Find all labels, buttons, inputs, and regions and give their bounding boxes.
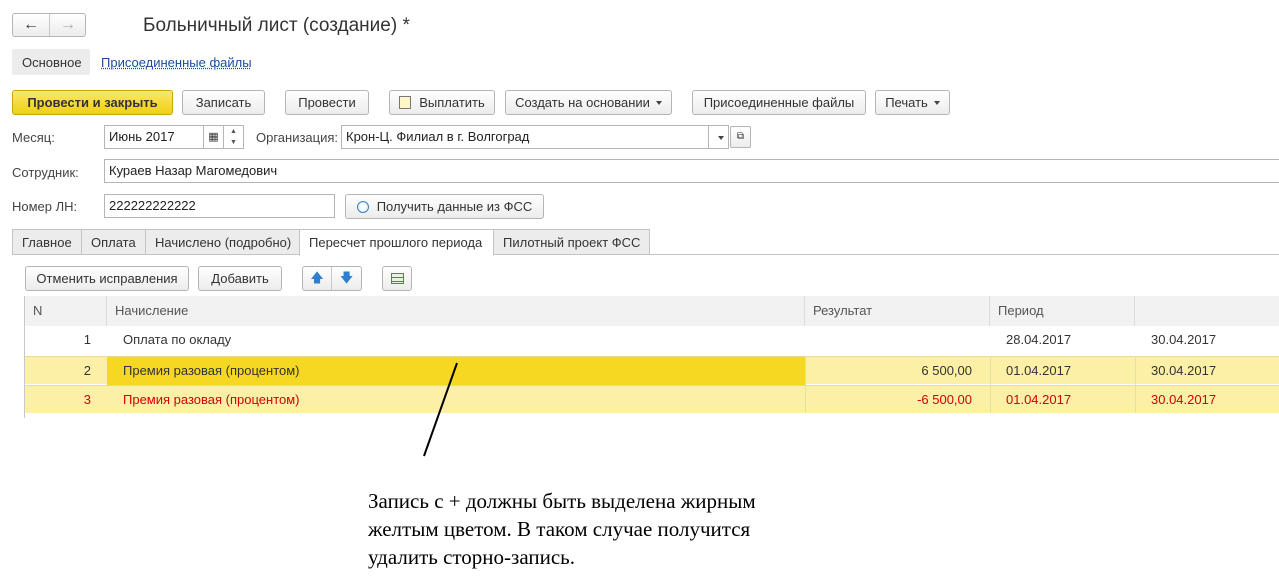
annotation-note: Запись с + должны быть выделена жирным ж… [368,487,838,571]
annotation-line-1: Запись с + должны быть выделена жирным [368,489,756,513]
annotation-line-3: удалить сторно-запись. [368,545,576,569]
annotation-line-2: желтым цветом. В таком случае получится [368,517,751,541]
